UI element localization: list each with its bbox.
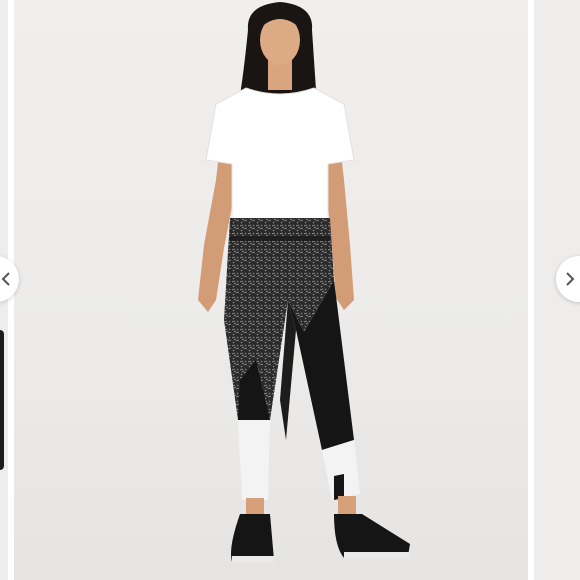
chevron-left-icon	[1, 272, 10, 286]
product-image-carousel	[0, 0, 580, 580]
model-left-sneaker	[231, 514, 274, 562]
product-photo-model	[198, 2, 410, 562]
chevron-right-icon	[566, 272, 575, 286]
previous-slide-legging-sliver	[0, 330, 4, 470]
model-right-sneaker	[334, 514, 410, 558]
current-slide	[14, 0, 528, 580]
model-leggings-white-panel	[238, 420, 270, 500]
